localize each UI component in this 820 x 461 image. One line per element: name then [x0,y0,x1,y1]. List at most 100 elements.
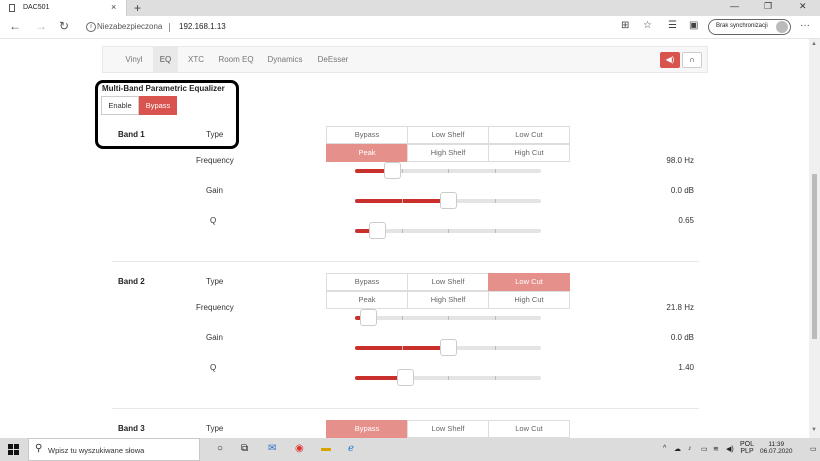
clock-time: 11:39 [768,441,785,448]
type-option-high-cut[interactable]: High Cut [488,144,570,162]
close-window-button[interactable]: ✕ [799,1,807,12]
minimize-button[interactable]: — [730,1,739,11]
taskbar: ⚲ Wpisz tu wyszukiwane słowa ○ ⧉ ✉ ◉ ▬ ℯ… [0,438,820,461]
slider-tick [402,346,403,350]
slider-tick [402,199,403,203]
browser-tab-bar: DAC501 × + — ❐ ✕ [0,0,820,16]
address-bar[interactable]: 192.168.1.13 [179,22,226,31]
type-option-peak[interactable]: Peak [326,144,408,162]
scroll-up-icon[interactable]: ▲ [811,41,817,47]
gain-slider-handle[interactable] [440,339,457,356]
battery-icon[interactable]: ▭ [701,445,708,453]
info-icon[interactable]: i [86,22,96,32]
security-status[interactable]: Niezabezpieczona [97,22,162,31]
q-slider-handle[interactable] [397,369,414,386]
windows-start-icon[interactable] [8,444,19,455]
slider-tick [402,316,403,320]
avatar [776,21,788,33]
type-option-low-shelf[interactable]: Low Shelf [407,126,489,144]
language-bottom: PLP [740,448,754,455]
slider-tick [448,169,449,173]
file-explorer-icon[interactable]: ▬ [321,443,331,454]
chrome-icon[interactable]: ◉ [295,443,304,454]
q-slider-handle[interactable] [369,222,386,239]
taskbar-search-placeholder: Wpisz tu wyszukiwane słowa [48,446,145,455]
gain-value: 0.0 dB [670,186,694,195]
forward-arrow-icon[interactable]: → [35,19,47,33]
gain-slider-handle[interactable] [440,192,457,209]
mail-icon[interactable]: ✉ [268,443,276,454]
frequency-label: Frequency [196,156,234,165]
scrollbar[interactable]: ▲ ▼ [809,39,820,438]
cortana-icon[interactable]: ○ [217,443,223,454]
clock-date: 06.07.2020 [760,448,793,455]
collections-icon[interactable]: ▣ [689,20,698,31]
gain-label: Gain [206,186,223,195]
page-icon [9,4,15,12]
task-view-icon[interactable]: ⧉ [241,443,248,454]
wifi-icon[interactable]: ≋ [713,445,719,453]
taskbar-search[interactable]: ⚲ Wpisz tu wyszukiwane słowa [28,438,200,461]
band-divider [112,408,699,409]
type-label: Type [206,130,224,139]
browser-navbar: ← → ↻ i Niezabezpieczona 192.168.1.13 ⊞ … [0,16,820,39]
speaker-tray-icon[interactable]: ◀) [726,445,734,453]
clock[interactable]: 11:39 06.07.2020 [760,441,793,455]
eq-bands: Band 1 Type Bypass Low Shelf Low Cut Peak High… [0,39,809,438]
refresh-icon[interactable]: ↻ [59,19,69,33]
slider-tick [495,316,496,320]
notifications-icon[interactable]: ▭ [810,445,817,453]
maximize-button[interactable]: ❐ [764,1,772,12]
show-hidden-icons-icon[interactable]: ^ [663,445,666,452]
type-option-high-shelf[interactable]: High Shelf [407,144,489,162]
slider-tick [448,316,449,320]
type-option-low-shelf[interactable]: Low Shelf [407,273,489,291]
type-option-low-cut[interactable]: Low Cut [488,126,570,144]
divider [169,23,170,32]
type-option-bypass[interactable]: Bypass [326,273,408,291]
tab-close-icon[interactable]: × [111,2,116,12]
slider-tick [495,169,496,173]
slider-tick [495,229,496,233]
scroll-thumb[interactable] [812,174,817,339]
q-label: Q [210,363,217,372]
language-indicator[interactable]: POL PLP [740,441,754,455]
q-value: 0.65 [678,216,694,225]
type-label: Type [206,424,224,433]
type-option-low-cut[interactable]: Low Cut [488,420,570,438]
type-option-high-cut[interactable]: High Cut [488,291,570,309]
type-option-bypass[interactable]: Bypass [326,126,408,144]
back-arrow-icon[interactable]: ← [9,19,21,33]
favorite-star-icon[interactable]: ☆ [643,20,652,31]
frequency-label: Frequency [196,303,234,312]
favorites-icon[interactable]: ☰ [668,20,677,31]
band-divider [112,261,699,262]
more-menu-icon[interactable]: ··· [800,20,810,31]
sync-button[interactable]: Brak synchronizacji [708,19,791,35]
slider-tick [402,229,403,233]
tab-title: DAC501 [23,4,50,11]
slider-tick [495,376,496,380]
new-tab-button[interactable]: + [134,1,141,15]
frequency-slider-handle[interactable] [360,309,377,326]
type-option-peak[interactable]: Peak [326,291,408,309]
browser-tab[interactable]: DAC501 × [0,0,127,16]
scroll-down-icon[interactable]: ▼ [811,427,817,433]
type-option-low-cut[interactable]: Low Cut [488,273,570,291]
volume-icon[interactable]: ♪ [688,445,692,452]
band-label: Band 2 [118,277,145,286]
slider-tick [495,346,496,350]
edge-icon[interactable]: ℯ [348,443,354,454]
network-status-icon[interactable]: ☁ [674,445,681,453]
translate-icon[interactable]: ⊞ [621,20,629,31]
type-option-low-shelf[interactable]: Low Shelf [407,420,489,438]
slider-tick [495,199,496,203]
page-content: Vinyl EQ XTC Room EQ Dynamics DeEsser ◀)… [0,39,809,438]
frequency-slider-handle[interactable] [384,162,401,179]
type-option-bypass[interactable]: Bypass [326,420,408,438]
slider-tick [448,376,449,380]
type-label: Type [206,277,224,286]
q-value: 1.40 [678,363,694,372]
slider-tick [402,169,403,173]
type-option-high-shelf[interactable]: High Shelf [407,291,489,309]
